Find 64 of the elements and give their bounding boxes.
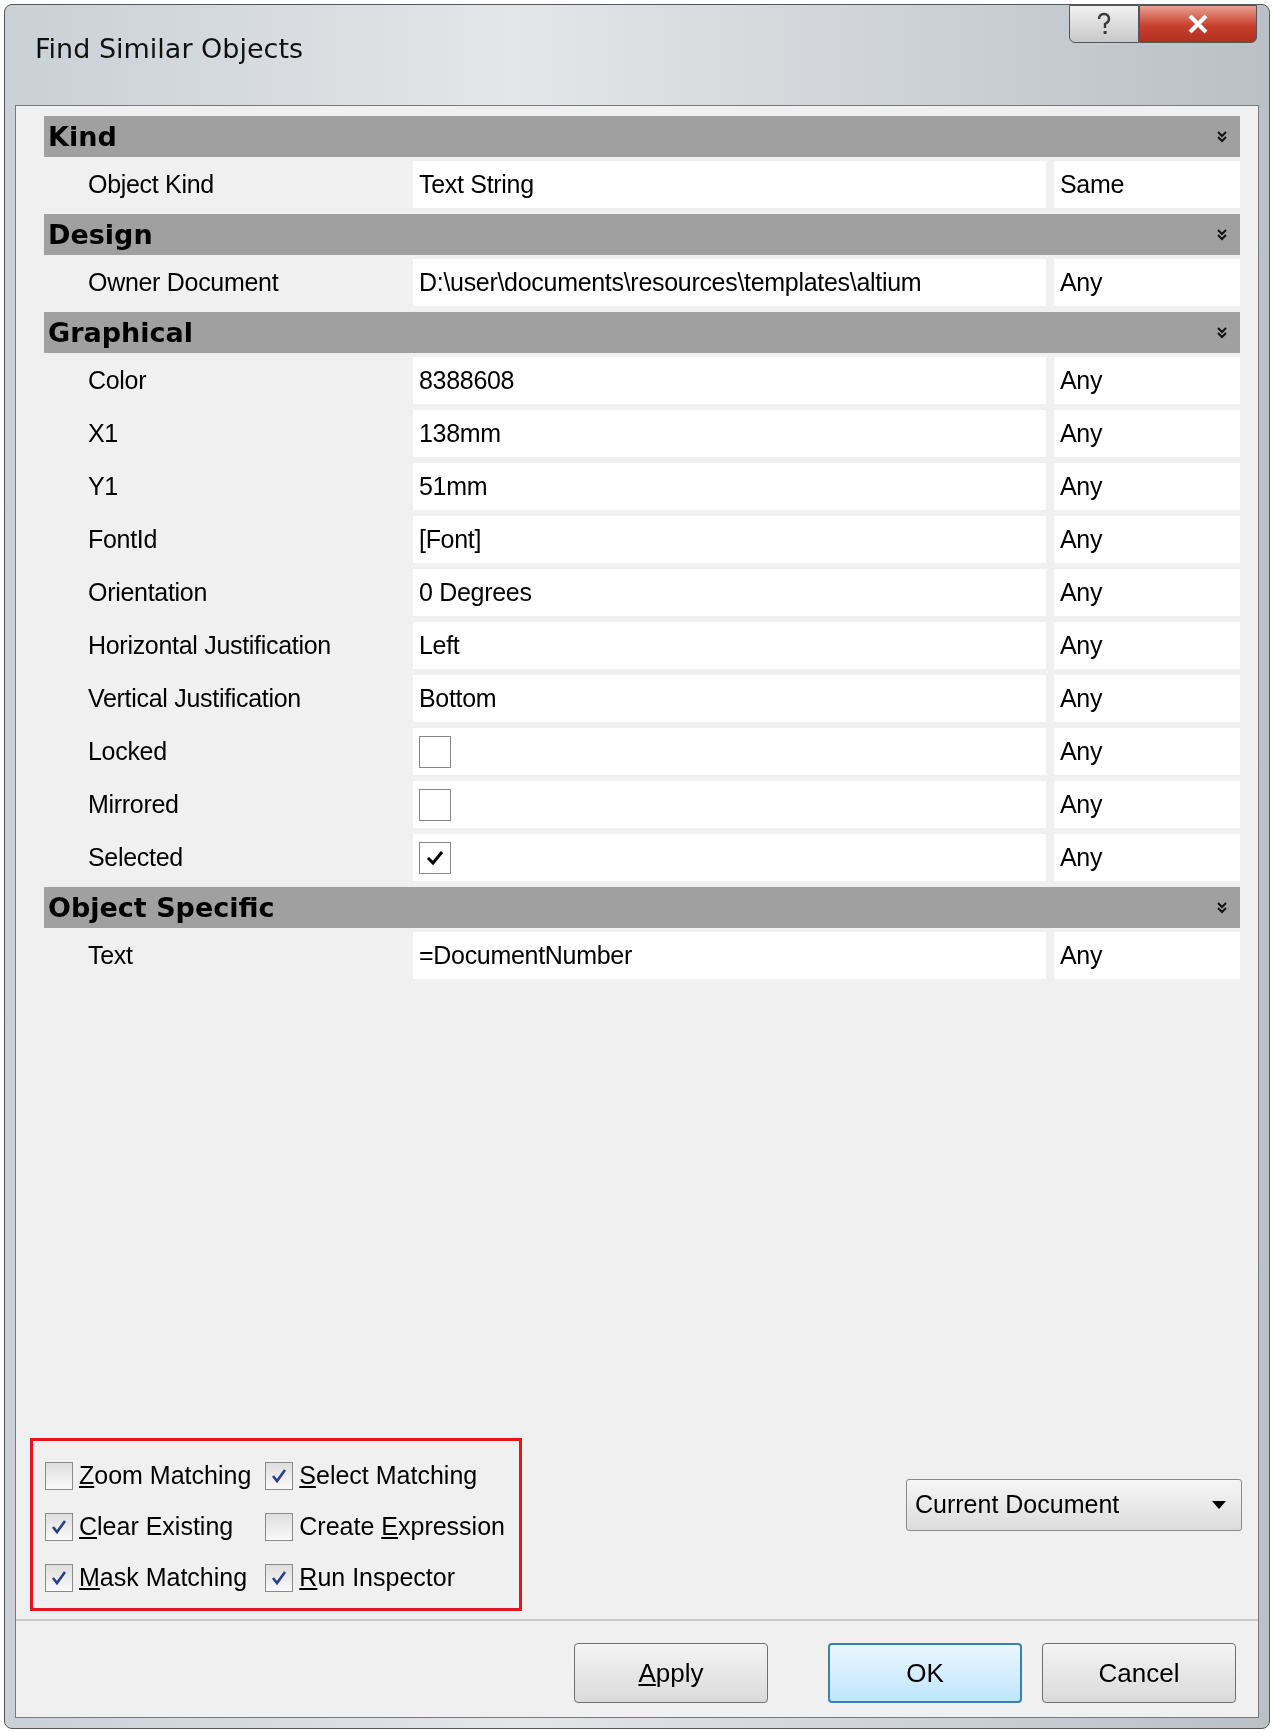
property-label: Vertical Justification xyxy=(87,683,302,714)
scope-dropdown[interactable]: Current Document xyxy=(906,1478,1242,1531)
option-checkbox[interactable]: Run Inspector xyxy=(265,1563,505,1592)
property-label: Y1 xyxy=(87,471,119,502)
property-value[interactable]: 8388608 xyxy=(413,357,1046,404)
property-value[interactable]: 0 Degrees xyxy=(413,569,1046,616)
property-value[interactable]: [Font] xyxy=(413,516,1046,563)
match-value[interactable]: Any xyxy=(1054,569,1240,616)
section-header[interactable]: Object Specific xyxy=(44,887,1240,928)
property-label: FontId xyxy=(87,524,159,555)
property-checkbox[interactable] xyxy=(419,841,451,874)
close-button[interactable] xyxy=(1139,5,1257,43)
property-label: Owner Document xyxy=(87,267,280,298)
property-label: Locked xyxy=(87,736,168,767)
dialog-button[interactable]: Apply xyxy=(574,1643,768,1703)
match-value[interactable]: Any xyxy=(1054,675,1240,722)
match-value[interactable]: Any xyxy=(1054,781,1240,828)
dialog-button[interactable]: Cancel xyxy=(1042,1643,1236,1703)
property-checkbox[interactable] xyxy=(419,788,451,821)
property-value[interactable]: 138mm xyxy=(413,410,1046,457)
help-icon xyxy=(1096,12,1112,36)
match-value[interactable]: Any xyxy=(1054,259,1240,306)
option-checkbox[interactable]: Select Matching xyxy=(265,1461,505,1490)
match-value[interactable]: Any xyxy=(1054,622,1240,669)
close-icon xyxy=(1187,14,1209,34)
property-label: Color xyxy=(87,365,148,396)
window-title: Find Similar Objects xyxy=(35,33,304,64)
help-button[interactable] xyxy=(1069,5,1139,43)
property-label: Selected xyxy=(87,842,184,873)
section-title: Design xyxy=(48,219,153,250)
section-header[interactable]: Graphical xyxy=(44,312,1240,353)
section-header[interactable]: Design xyxy=(44,214,1240,255)
match-value[interactable]: Same xyxy=(1054,161,1240,208)
match-value[interactable]: Any xyxy=(1054,357,1240,404)
section-header[interactable]: Kind xyxy=(44,116,1240,157)
option-checkbox[interactable]: Clear Existing xyxy=(45,1512,252,1541)
property-label: Orientation xyxy=(87,577,208,608)
option-checkbox[interactable]: Zoom Matching xyxy=(45,1461,252,1490)
property-value[interactable]: =DocumentNumber xyxy=(413,932,1046,979)
match-value[interactable]: Any xyxy=(1054,410,1240,457)
property-value[interactable]: Text String xyxy=(413,161,1046,208)
match-value[interactable]: Any xyxy=(1054,463,1240,510)
option-checkbox[interactable]: Mask Matching xyxy=(45,1563,252,1592)
match-value[interactable]: Any xyxy=(1054,728,1240,775)
match-value[interactable]: Any xyxy=(1054,932,1240,979)
match-value[interactable]: Any xyxy=(1054,516,1240,563)
option-checkbox[interactable]: Create Expression xyxy=(265,1512,505,1541)
section-title: Graphical xyxy=(48,317,193,348)
check-icon xyxy=(425,848,445,867)
property-value[interactable]: Left xyxy=(413,622,1046,669)
property-value[interactable]: D:\user\documents\resources\templates\altium xyxy=(413,259,1046,306)
section-title: Kind xyxy=(48,121,117,152)
match-value[interactable]: Any xyxy=(1054,834,1240,881)
property-label: Text xyxy=(87,940,134,971)
property-label: Object Kind xyxy=(87,169,215,200)
property-label: X1 xyxy=(87,418,119,449)
section-title: Object Specific xyxy=(48,892,275,923)
property-value[interactable]: Bottom xyxy=(413,675,1046,722)
property-label: Horizontal Justification xyxy=(87,630,332,661)
dropdown-arrow-icon xyxy=(1211,1499,1227,1510)
dialog-button[interactable]: OK xyxy=(828,1643,1022,1703)
property-label: Mirrored xyxy=(87,789,180,820)
property-value[interactable]: 51mm xyxy=(413,463,1046,510)
property-checkbox[interactable] xyxy=(419,735,451,768)
